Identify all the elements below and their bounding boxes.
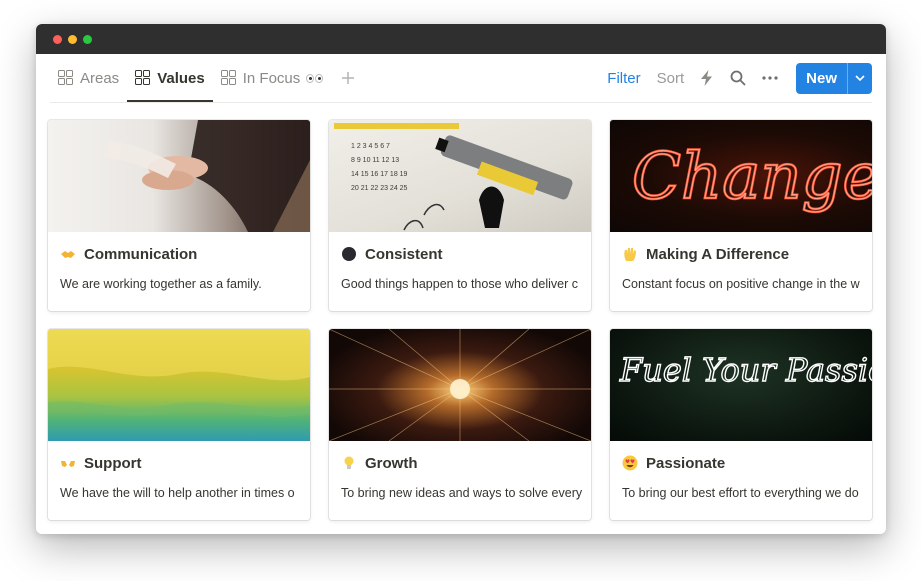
tab-areas[interactable]: Areas [50, 54, 127, 102]
card-title: Growth [341, 453, 583, 473]
card-description: We have the will to help another in time… [60, 486, 295, 500]
card-title: Communication [60, 244, 302, 264]
svg-text:20 21 22 23 24 25: 20 21 22 23 24 25 [351, 185, 408, 192]
ellipsis-icon [762, 76, 778, 80]
plus-icon [342, 72, 355, 84]
card-title-text: Making A Difference [646, 245, 790, 263]
card-cover-image [48, 120, 310, 232]
card-title: Support [60, 453, 302, 473]
light-bulb-icon [341, 455, 357, 471]
gallery-card-growth[interactable]: Growth To bring new ideas and ways to so… [329, 329, 591, 520]
zoom-window-button[interactable] [83, 35, 92, 44]
gallery-card-support[interactable]: Support We have the will to help another… [48, 329, 310, 520]
svg-text:8 9 10 11 12 13: 8 9 10 11 12 13 [351, 157, 399, 164]
search-button[interactable] [730, 70, 746, 86]
card-title: Passionate [622, 453, 864, 473]
tab-label: Areas [80, 69, 120, 87]
search-icon [730, 70, 746, 86]
filter-button[interactable]: Filter [607, 70, 640, 87]
card-title-text: Communication [84, 245, 198, 263]
card-description: Constant focus on positive change in the… [622, 277, 860, 291]
gallery-card-consistent[interactable]: 1 2 3 4 5 6 7 8 9 10 11 12 13 14 15 16 1… [329, 120, 591, 311]
card-cover-image [329, 329, 591, 441]
tab-values[interactable]: Values [127, 54, 213, 102]
card-title: Making A Difference [622, 244, 864, 264]
tab-label: Values [157, 69, 205, 87]
heart-eyes-icon [622, 455, 638, 471]
neon-sign-text: Fuel Your Passion [619, 351, 872, 389]
card-title: Consistent [341, 244, 583, 264]
card-description: To bring our best effort to everything w… [622, 486, 859, 500]
card-title-text: Support [84, 454, 142, 472]
card-cover-image: Fuel Your Passion [610, 329, 872, 441]
svg-text:14 15 16 17 18 19: 14 15 16 17 18 19 [351, 171, 408, 178]
handshake-icon [60, 246, 76, 262]
grid-icon [135, 70, 151, 86]
card-description: We are working together as a family. [60, 277, 262, 291]
view-actions: Filter Sort New [591, 54, 872, 102]
card-title-text: Passionate [646, 454, 726, 472]
new-dropdown-button[interactable] [848, 63, 872, 94]
card-title-text: Growth [365, 454, 418, 472]
title-bar [36, 24, 886, 54]
open-hands-icon [60, 455, 76, 471]
card-description: Good things happen to those who deliver … [341, 277, 578, 291]
card-cover-image: 1 2 3 4 5 6 7 8 9 10 11 12 13 14 15 16 1… [329, 120, 591, 232]
tab-label: In Focus [242, 69, 301, 87]
raised-hand-icon [622, 246, 638, 262]
svg-text:1 2 3 4 5 6 7: 1 2 3 4 5 6 7 [351, 143, 390, 150]
view-toolbar: Areas Values In Focus Filter Sort New [36, 54, 886, 102]
black-circle-icon [341, 246, 357, 262]
view-tabs: Areas Values In Focus [50, 54, 365, 102]
gallery-card-passionate[interactable]: Fuel Your Passion Passionate To bring ou… [610, 329, 872, 520]
chevron-down-icon [855, 75, 865, 81]
tab-in-focus[interactable]: In Focus [213, 54, 332, 102]
sort-button[interactable]: Sort [657, 70, 685, 87]
card-title-text: Consistent [365, 245, 443, 263]
more-options-button[interactable] [762, 76, 778, 80]
grid-icon [58, 70, 74, 86]
eyes-icon [305, 73, 324, 83]
minimize-window-button[interactable] [68, 35, 77, 44]
gallery-card-communication[interactable]: Communication We are working together as… [48, 120, 310, 311]
card-cover-image [48, 329, 310, 441]
app-window: Areas Values In Focus Filter Sort New Co… [36, 24, 886, 534]
gallery-card-making-a-difference[interactable]: Change Change Making A Difference Consta… [610, 120, 872, 311]
new-button[interactable]: New [796, 62, 848, 94]
neon-sign-glow: Change [632, 140, 872, 214]
card-cover-image: Change Change [610, 120, 872, 232]
add-view-button[interactable] [331, 54, 365, 102]
lightning-icon [701, 70, 713, 86]
automation-button[interactable] [700, 70, 714, 86]
close-window-button[interactable] [53, 35, 62, 44]
toolbar-divider [50, 102, 872, 103]
card-description: To bring new ideas and ways to solve eve… [341, 486, 583, 500]
grid-icon [220, 70, 237, 86]
new-button-group: New [796, 62, 872, 94]
